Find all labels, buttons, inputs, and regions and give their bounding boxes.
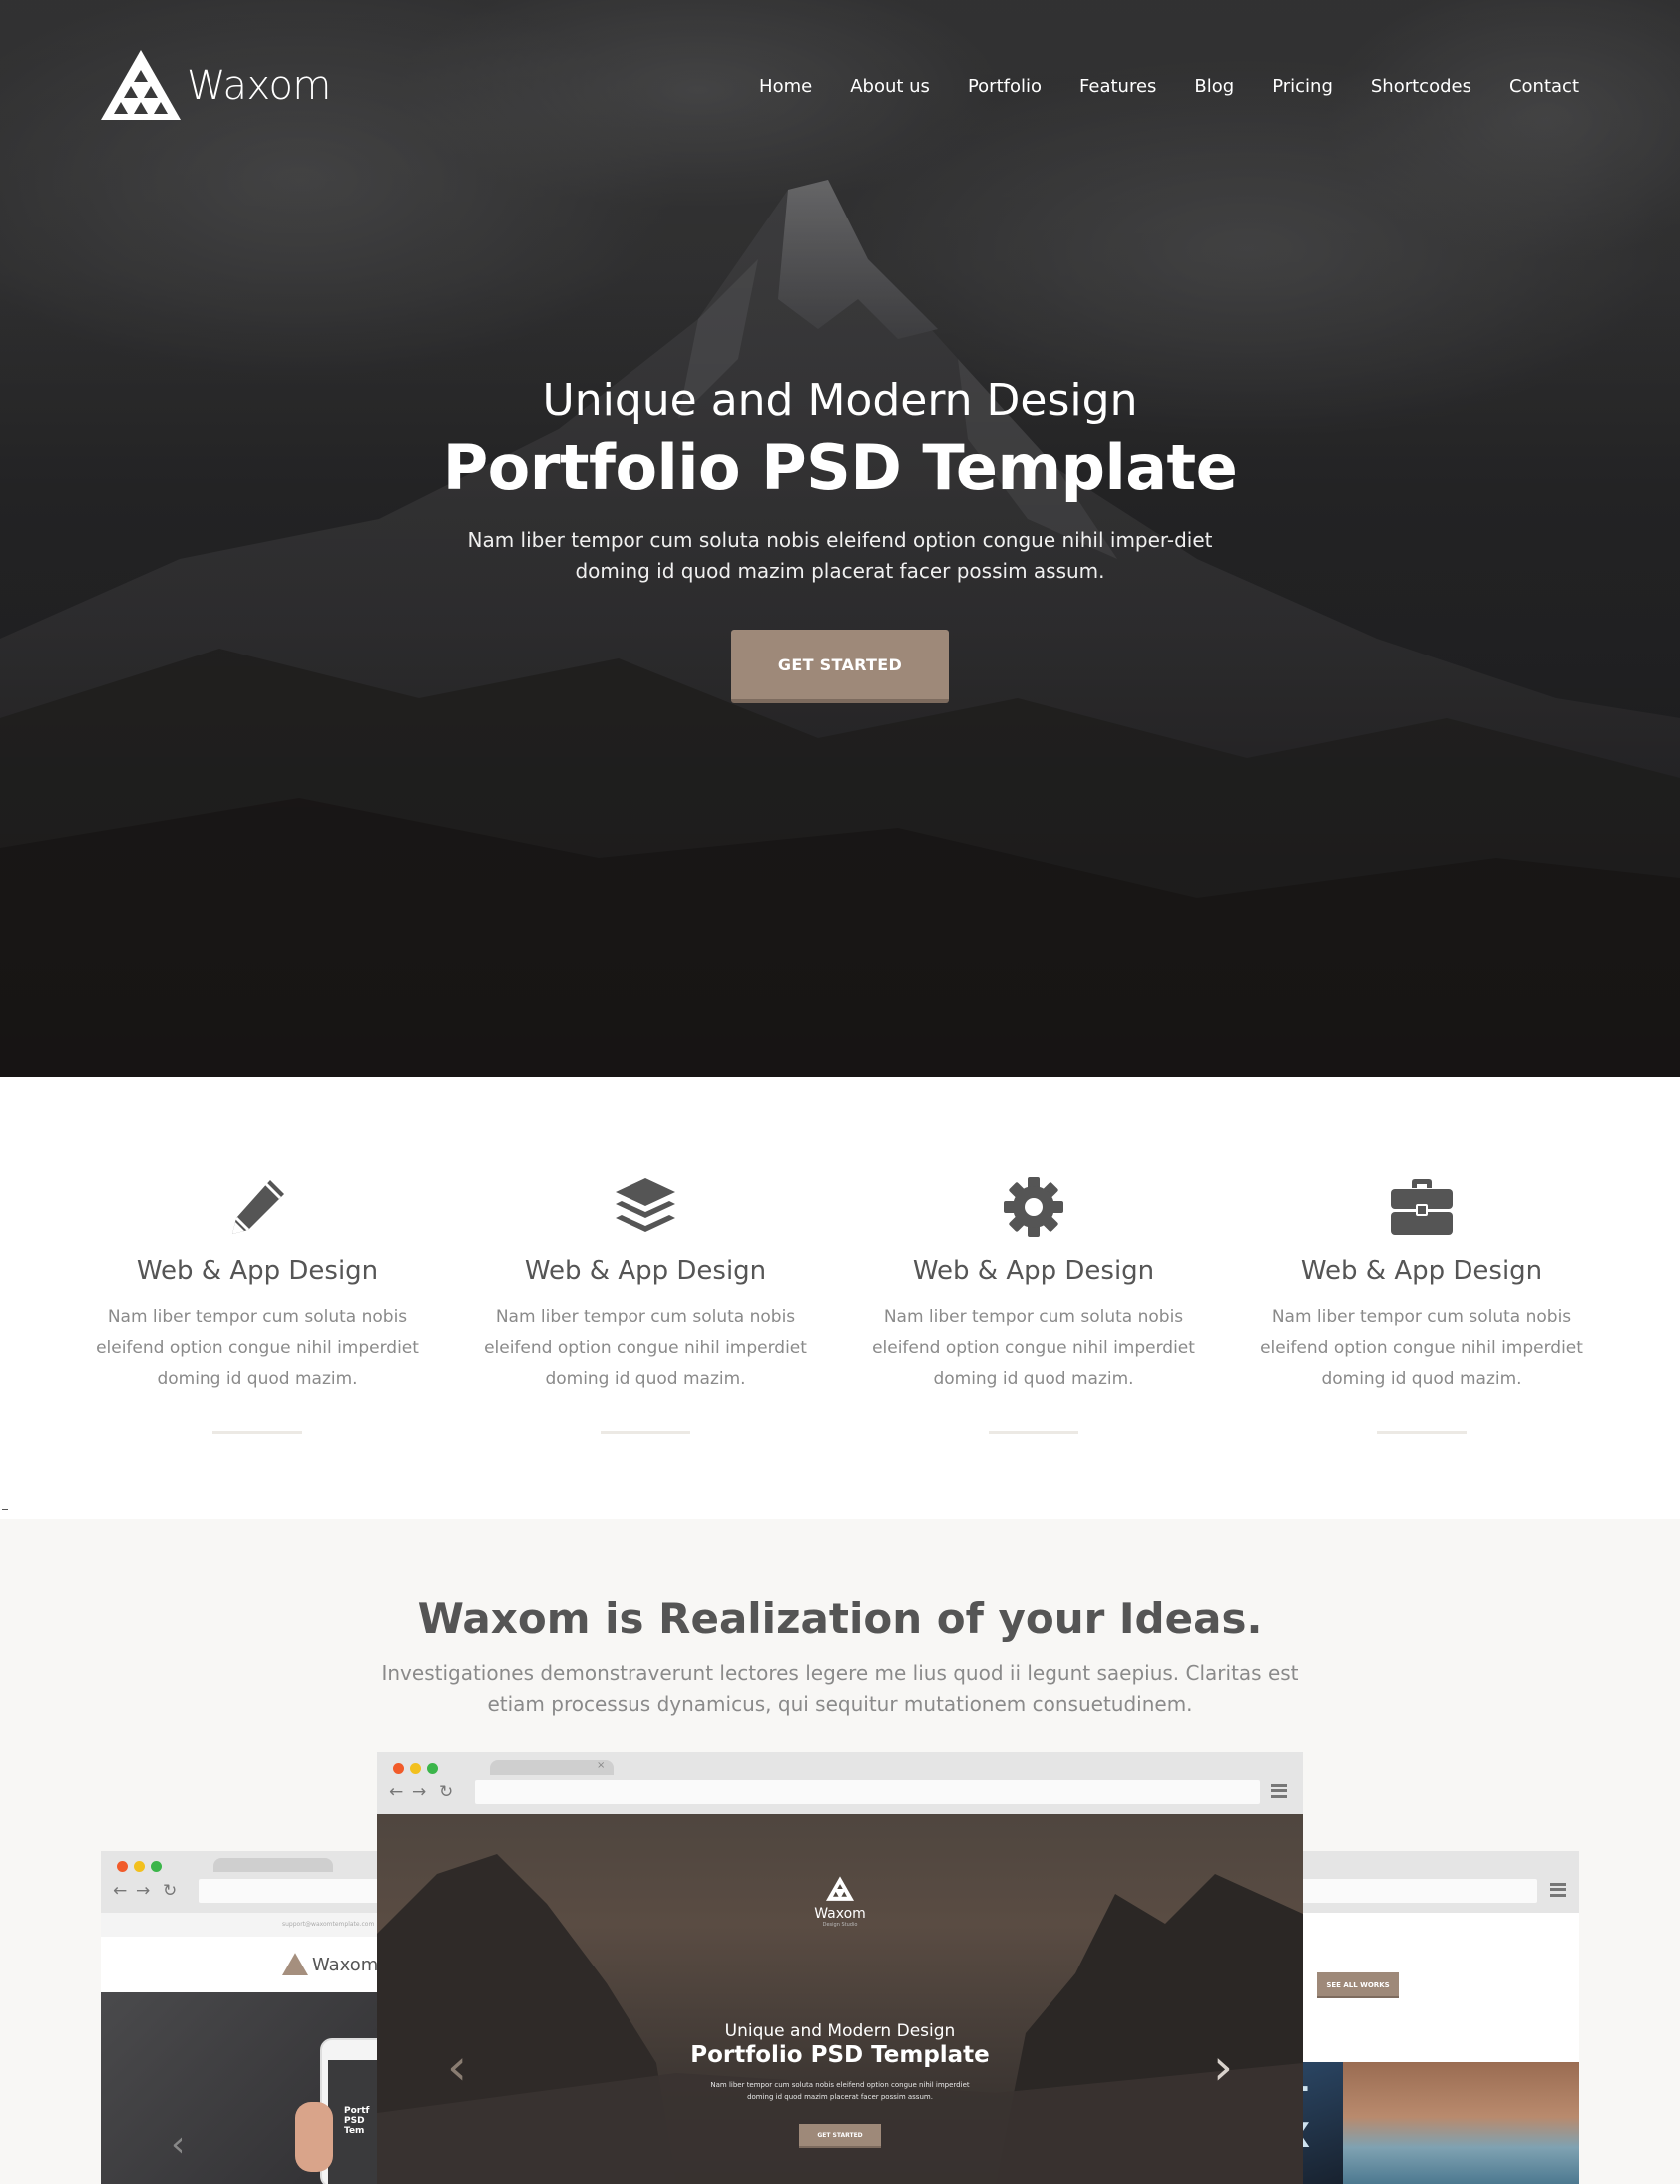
mini-tagline: Design Studio xyxy=(822,1922,858,1928)
minimize-dot-icon xyxy=(410,1763,421,1774)
url-bar[interactable] xyxy=(475,1780,1260,1804)
maximize-dot-icon xyxy=(151,1861,162,1872)
logo-triangle-icon xyxy=(282,1953,308,1976)
services-section: Web & App Design Nam liber tempor cum so… xyxy=(0,1077,1680,1519)
service-divider xyxy=(212,1431,302,1434)
mini-hero-title: Portfolio PSD Template xyxy=(690,2042,990,2068)
pencil-icon xyxy=(232,1180,284,1234)
about-title: Waxom is Realization of your Ideas. xyxy=(417,1594,1263,1643)
nav-features[interactable]: Features xyxy=(1079,76,1156,97)
browser-tab xyxy=(213,1858,333,1872)
nav-pricing[interactable]: Pricing xyxy=(1272,76,1333,97)
browser-mockup-center: × ← → ↻ Waxom Design Studio Unique and M… xyxy=(377,1752,1303,2184)
get-started-button[interactable]: GET STARTED xyxy=(731,630,949,703)
slider-prev-icon[interactable]: ‹ xyxy=(447,2038,467,2096)
service-title: Web & App Design xyxy=(524,1256,767,1286)
about-description: Investigationes demonstraverunt lectores… xyxy=(381,1661,1299,1716)
service-divider xyxy=(601,1431,690,1434)
service-title: Web & App Design xyxy=(912,1256,1155,1286)
main-nav: Home About us Portfolio Features Blog Pr… xyxy=(759,76,1579,97)
tab-close-icon[interactable]: × xyxy=(597,1760,605,1771)
hero-description: Nam liber tempor cum soluta nobis eleife… xyxy=(467,528,1213,583)
menu-icon[interactable] xyxy=(1271,1784,1287,1798)
nav-shortcodes[interactable]: Shortcodes xyxy=(1371,76,1471,97)
brand-logo[interactable]: Waxom xyxy=(101,50,331,122)
nav-about-us[interactable]: About us xyxy=(850,76,930,97)
service-text: Nam liber tempor cum soluta nobis eleife… xyxy=(872,1307,1195,1389)
mini-get-started-button[interactable]: GET STARTED xyxy=(799,2124,881,2148)
mini-logo: Waxom Design Studio xyxy=(377,1876,1303,1928)
close-dot-icon xyxy=(117,1861,128,1872)
back-arrow-icon: ← xyxy=(113,1881,128,1901)
layers-icon xyxy=(616,1178,675,1232)
hand-illustration xyxy=(295,2102,333,2172)
back-arrow-icon[interactable]: ← xyxy=(389,1782,403,1802)
nav-blog[interactable]: Blog xyxy=(1194,76,1234,97)
logo-triangle-icon xyxy=(826,1876,854,1901)
hero-section: Waxom Home About us Portfolio Features B… xyxy=(0,0,1680,1077)
service-card: Web & App Design Nam liber tempor cum so… xyxy=(869,1176,1198,1434)
see-all-works-button[interactable]: SEE ALL WORKS xyxy=(1317,1972,1399,1998)
service-card: Web & App Design Nam liber tempor cum so… xyxy=(1257,1176,1586,1434)
phone-screen-text: Portf PSD Tem xyxy=(328,2060,382,2184)
browser-tab xyxy=(490,1760,614,1775)
service-divider xyxy=(1377,1431,1467,1434)
maximize-dot-icon xyxy=(427,1763,438,1774)
slider-next-icon[interactable]: › xyxy=(1213,2038,1233,2096)
nav-portfolio[interactable]: Portfolio xyxy=(968,76,1042,97)
mini-brand: Waxom xyxy=(312,1954,379,1975)
mini-hero: Waxom Design Studio Unique and Modern De… xyxy=(377,1814,1303,2184)
forward-arrow-icon: → xyxy=(136,1881,151,1901)
forward-arrow-icon[interactable]: → xyxy=(412,1782,426,1802)
about-section: Waxom is Realization of your Ideas. Inve… xyxy=(0,1519,1680,2184)
nav-home[interactable]: Home xyxy=(759,76,812,97)
hero-title: Portfolio PSD Template xyxy=(442,431,1238,504)
slider-prev-icon[interactable]: ‹ xyxy=(171,2124,185,2165)
reload-icon[interactable]: ↻ xyxy=(439,1782,453,1802)
service-text: Nam liber tempor cum soluta nobis eleife… xyxy=(96,1307,419,1389)
portfolio-thumb-rocks[interactable] xyxy=(1343,2062,1579,2184)
minimize-dot-icon xyxy=(134,1861,145,1872)
divider-mark xyxy=(2,1509,8,1510)
mini-hero-text: Nam liber tempor cum soluta nobis eleife… xyxy=(710,2081,970,2101)
menu-icon[interactable] xyxy=(1550,1883,1566,1897)
gear-icon xyxy=(1004,1177,1063,1237)
hero-subtitle: Unique and Modern Design xyxy=(542,375,1138,426)
service-text: Nam liber tempor cum soluta nobis eleife… xyxy=(1260,1307,1583,1389)
service-title: Web & App Design xyxy=(136,1256,379,1286)
briefcase-icon xyxy=(1391,1179,1453,1235)
mini-hero-subtitle: Unique and Modern Design xyxy=(724,2021,956,2041)
nav-contact[interactable]: Contact xyxy=(1509,76,1579,97)
logo-triangle-icon xyxy=(101,50,181,120)
service-text: Nam liber tempor cum soluta nobis eleife… xyxy=(484,1307,807,1389)
service-card: Web & App Design Nam liber tempor cum so… xyxy=(93,1176,422,1434)
mini-brand: Waxom xyxy=(814,1906,866,1922)
reload-icon: ↻ xyxy=(163,1881,178,1901)
service-title: Web & App Design xyxy=(1300,1256,1543,1286)
service-card: Web & App Design Nam liber tempor cum so… xyxy=(481,1176,810,1434)
close-dot-icon xyxy=(393,1763,404,1774)
brand-name: Waxom xyxy=(187,63,331,109)
service-divider xyxy=(989,1431,1078,1434)
mini-email: support@waxomtemplate.com xyxy=(282,1921,375,1928)
